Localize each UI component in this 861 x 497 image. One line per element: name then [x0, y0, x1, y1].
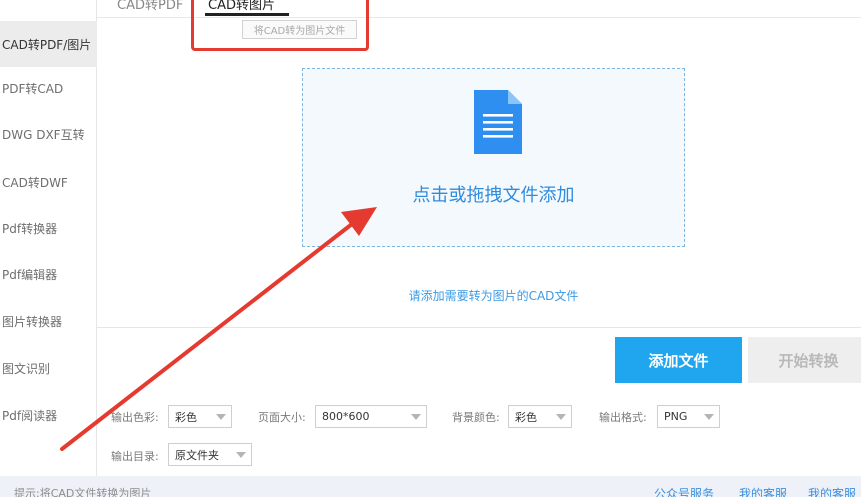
document-icon — [474, 90, 522, 154]
sidebar-item-pdf-reader[interactable]: Pdf阅读器 — [0, 392, 97, 438]
tab-cad-to-image[interactable]: CAD转图片 — [208, 0, 275, 13]
footer-link-official-account[interactable]: 公众号服务 — [654, 485, 714, 497]
sidebar-item-label: DWG DXF互转 — [2, 127, 85, 142]
output-color-value: 彩色 — [175, 410, 197, 424]
page-size-value: 800*600 — [322, 410, 370, 423]
chevron-down-icon — [236, 452, 246, 458]
sidebar: CAD转PDF/图片 PDF转CAD DWG DXF互转 CAD转DWF Pdf… — [0, 0, 97, 476]
sidebar-item-label: CAD转DWF — [2, 175, 68, 190]
output-color-select[interactable]: 彩色 — [168, 405, 232, 428]
sidebar-item-label: PDF转CAD — [2, 81, 64, 96]
footer-link-support[interactable]: 我的客服 — [739, 485, 787, 497]
file-drop-zone[interactable]: 点击或拖拽文件添加 — [302, 68, 685, 247]
page-size-label: 页面大小: — [258, 411, 306, 424]
background-color-select[interactable]: 彩色 — [508, 405, 572, 428]
chevron-down-icon — [556, 414, 566, 420]
sidebar-item-image-converter[interactable]: 图片转换器 — [0, 298, 97, 344]
add-file-button[interactable]: 添加文件 — [615, 337, 742, 383]
sidebar-item-label: Pdf编辑器 — [2, 267, 58, 282]
chevron-down-icon — [216, 414, 226, 420]
background-color-label: 背景颜色: — [452, 411, 500, 424]
tab-tooltip: 将CAD转为图片文件 — [242, 20, 357, 39]
output-format-label: 输出格式: — [599, 411, 647, 424]
sidebar-item-label: CAD转PDF/图片 — [2, 37, 92, 52]
output-dir-label: 输出目录: — [111, 450, 159, 463]
chevron-down-icon — [704, 414, 714, 420]
sidebar-item-label: 图文识别 — [2, 361, 51, 376]
hint-text: 请添加需要转为图片的CAD文件 — [408, 289, 579, 303]
sidebar-item-pdf-converter[interactable]: Pdf转换器 — [0, 205, 97, 251]
chevron-down-icon — [411, 414, 421, 420]
sidebar-item-dwg-dxf-convert[interactable]: DWG DXF互转 — [0, 111, 97, 157]
sidebar-item-pdf-to-cad[interactable]: PDF转CAD — [0, 65, 97, 111]
output-format-value: PNG — [664, 410, 688, 423]
sidebar-item-label: 图片转换器 — [2, 314, 63, 329]
footer-link-support-2[interactable]: 我的客服 — [808, 485, 856, 497]
active-tab-indicator — [205, 13, 289, 16]
tab-cad-to-pdf[interactable]: CAD转PDF — [117, 0, 183, 13]
page-size-select[interactable]: 800*600 — [315, 405, 427, 428]
sidebar-item-ocr[interactable]: 图文识别 — [0, 345, 97, 391]
sidebar-item-pdf-editor[interactable]: Pdf编辑器 — [0, 251, 97, 297]
status-bar: 提示:将CAD文件转换为图片 公众号服务 我的客服 我的客服 — [0, 476, 861, 497]
output-dir-value: 原文件夹 — [175, 448, 219, 462]
output-dir-select[interactable]: 原文件夹 — [168, 443, 252, 466]
sidebar-item-label: Pdf转换器 — [2, 221, 58, 236]
output-format-select[interactable]: PNG — [657, 405, 720, 428]
sidebar-item-label: Pdf阅读器 — [2, 408, 58, 423]
status-text: 提示:将CAD文件转换为图片 — [14, 487, 152, 497]
sidebar-item-cad-to-dwf[interactable]: CAD转DWF — [0, 159, 97, 205]
start-convert-button[interactable]: 开始转换 — [748, 337, 861, 383]
background-color-value: 彩色 — [515, 410, 537, 424]
output-color-label: 输出色彩: — [111, 411, 159, 424]
sidebar-item-cad-to-pdf-image[interactable]: CAD转PDF/图片 — [0, 21, 97, 67]
drop-zone-label: 点击或拖拽文件添加 — [412, 185, 575, 206]
